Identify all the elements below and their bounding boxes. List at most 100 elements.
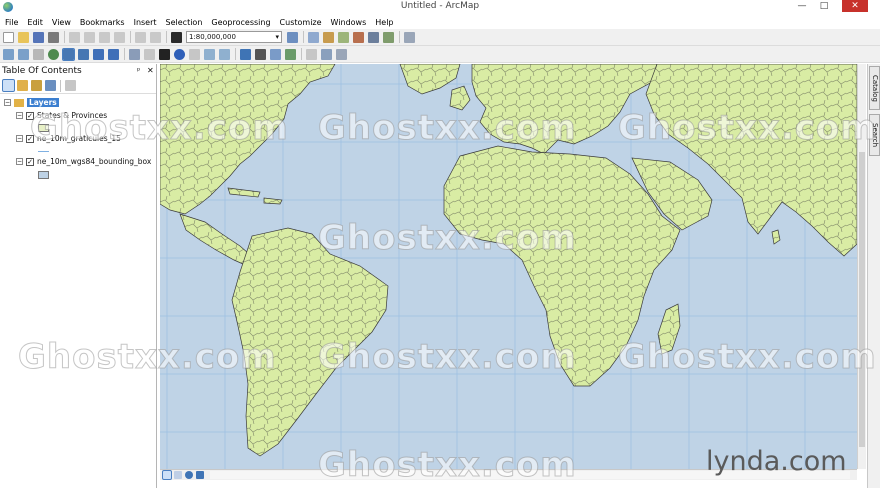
catalog-window-icon[interactable] (323, 31, 334, 43)
table-of-contents-panel: Table Of Contents ᵖ ✕ − Layers − ✓ State… (0, 64, 157, 488)
python-window-icon[interactable] (368, 31, 379, 43)
clear-selection-icon[interactable] (144, 48, 155, 60)
toolbar-options-icon[interactable] (336, 48, 347, 60)
cut-icon[interactable] (69, 31, 80, 43)
layers-root[interactable]: − Layers (4, 98, 59, 107)
layer-visibility-checkbox[interactable]: ✓ (26, 111, 34, 120)
toc-options-icon[interactable] (65, 80, 76, 91)
table-of-contents-window-icon[interactable] (308, 31, 319, 43)
select-elements-icon[interactable] (159, 48, 170, 60)
layers-folder-icon (14, 98, 24, 107)
expander-icon[interactable]: − (4, 99, 11, 106)
find-route-icon[interactable] (240, 48, 251, 60)
select-features-icon[interactable] (129, 48, 140, 60)
toolbar-options-icon[interactable] (404, 31, 415, 43)
undo-icon[interactable] (135, 31, 146, 43)
list-by-drawing-order-icon[interactable] (2, 79, 15, 92)
create-viewer-window-icon[interactable] (306, 48, 317, 60)
pause-drawing-icon[interactable] (196, 471, 204, 479)
right-dock: Catalog Search (867, 64, 880, 488)
full-extent-icon[interactable] (48, 48, 59, 60)
admin-boundaries-overlay (160, 64, 857, 456)
map-vertical-scrollbar[interactable] (857, 64, 866, 469)
fixed-zoom-out-icon[interactable] (78, 48, 89, 60)
fixed-zoom-in-icon[interactable] (62, 47, 75, 61)
editor-toolbar-icon[interactable] (287, 31, 298, 43)
open-folder-icon[interactable] (18, 31, 29, 43)
go-back-icon[interactable] (93, 48, 104, 60)
modelbuilder-icon[interactable] (383, 31, 394, 43)
save-icon[interactable] (33, 31, 44, 43)
toolbar-separator (124, 48, 125, 60)
layer-name[interactable]: ne_10m_graticules_15 (37, 134, 121, 143)
line-symbol-icon[interactable] (38, 151, 49, 152)
pin-icon[interactable]: ᵖ (137, 66, 140, 75)
new-document-icon[interactable] (3, 31, 14, 43)
list-by-visibility-icon[interactable] (31, 80, 42, 91)
layer-name[interactable]: States & Provinces (37, 111, 107, 120)
map-scale-dropdown[interactable]: 1:80,000,000 (186, 31, 282, 43)
layer-name[interactable]: ne_10m_wgs84_bounding_box (37, 157, 151, 166)
paste-icon[interactable] (99, 31, 110, 43)
time-slider-icon[interactable] (285, 48, 296, 60)
layer-visibility-checkbox[interactable]: ✓ (26, 134, 34, 143)
arctoolbox-icon[interactable] (353, 31, 364, 43)
polygon-symbol-icon[interactable] (38, 171, 49, 179)
copy-icon[interactable] (84, 31, 95, 43)
toolbar-separator (303, 31, 304, 43)
search-tab[interactable]: Search (869, 114, 880, 156)
maximize-button[interactable]: □ (815, 0, 833, 12)
menu-insert[interactable]: Insert (134, 18, 157, 27)
menu-help[interactable]: Help (375, 18, 393, 27)
close-button[interactable]: ✕ (842, 0, 868, 12)
catalog-tab[interactable]: Catalog (869, 66, 880, 110)
find-icon[interactable] (255, 48, 266, 60)
expander-icon[interactable]: − (16, 158, 23, 165)
menu-bookmarks[interactable]: Bookmarks (80, 18, 125, 27)
refresh-view-icon[interactable] (185, 471, 193, 479)
expander-icon[interactable]: − (16, 112, 23, 119)
data-view-icon[interactable] (162, 470, 172, 480)
list-by-selection-icon[interactable] (45, 80, 56, 91)
toolbar-separator (301, 48, 302, 60)
polygon-symbol-icon[interactable] (38, 124, 49, 132)
delete-icon[interactable] (114, 31, 125, 43)
layer-row-graticules[interactable]: − ✓ ne_10m_graticules_15 (16, 134, 121, 143)
scrollbar-thumb[interactable] (859, 152, 865, 447)
menu-customize[interactable]: Customize (280, 18, 322, 27)
layers-root-label[interactable]: Layers (27, 98, 59, 107)
search-window-icon[interactable] (338, 31, 349, 43)
layout-view-tab-icon[interactable] (174, 471, 182, 479)
layer-row-bounding-box[interactable]: − ✓ ne_10m_wgs84_bounding_box (16, 157, 151, 166)
minimize-button[interactable]: — (793, 0, 811, 12)
menu-edit[interactable]: Edit (27, 18, 43, 27)
expander-icon[interactable]: − (16, 135, 23, 142)
layer-row-states[interactable]: − ✓ States & Provinces (16, 111, 107, 120)
hyperlink-icon[interactable] (189, 48, 200, 60)
go-forward-icon[interactable] (108, 48, 119, 60)
zoom-out-icon[interactable] (18, 48, 29, 60)
go-to-xy-icon[interactable] (270, 48, 281, 60)
identify-icon[interactable] (174, 48, 185, 60)
pan-icon[interactable] (33, 48, 44, 60)
toolbar-separator (130, 31, 131, 43)
menu-selection[interactable]: Selection (166, 18, 203, 27)
list-by-source-icon[interactable] (17, 80, 28, 91)
add-data-icon[interactable] (171, 31, 182, 43)
title-bar: Untitled - ArcMap — □ ✕ (0, 0, 880, 14)
html-popup-icon[interactable] (204, 48, 215, 60)
print-icon[interactable] (48, 31, 59, 43)
menu-view[interactable]: View (52, 18, 71, 27)
toc-title: Table Of Contents (2, 66, 82, 76)
menu-windows[interactable]: Windows (331, 18, 367, 27)
map-display[interactable] (160, 64, 857, 469)
layer-tree: − Layers − ✓ States & Provinces − ✓ ne_1… (0, 94, 156, 179)
zoom-in-icon[interactable] (3, 48, 14, 60)
toc-close-icon[interactable]: ✕ (147, 66, 154, 75)
measure-icon[interactable] (219, 48, 230, 60)
menu-file[interactable]: File (5, 18, 18, 27)
menu-geoprocessing[interactable]: Geoprocessing (211, 18, 270, 27)
layout-view-icon[interactable] (321, 48, 332, 60)
layer-visibility-checkbox[interactable]: ✓ (26, 157, 34, 166)
redo-icon[interactable] (150, 31, 161, 43)
